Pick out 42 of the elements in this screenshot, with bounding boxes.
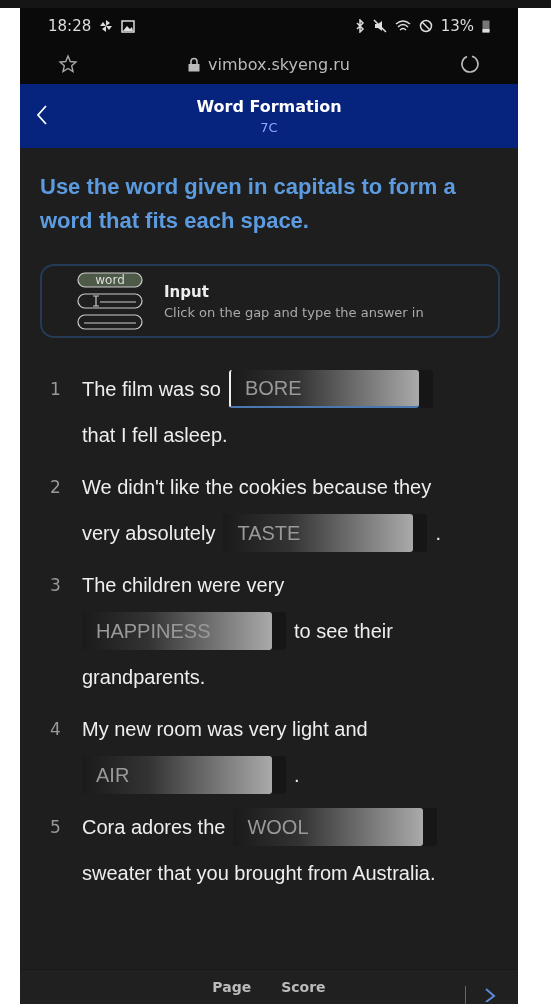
page-subtitle: 7C (260, 120, 278, 135)
answer-field[interactable]: AIR (82, 756, 272, 794)
sentence-text: that I fell asleep. (82, 423, 228, 448)
star-icon[interactable] (58, 54, 78, 74)
sentence-text: to see their (294, 619, 393, 644)
sentence-text: Cora adores the (82, 815, 226, 840)
question-number: 4 (50, 718, 62, 741)
reload-icon[interactable] (460, 54, 480, 74)
question-number: 2 (50, 476, 62, 499)
sentence-text: My new room was very light and (82, 717, 368, 742)
sentence-text: very absolutely (82, 521, 216, 546)
url-text[interactable]: vimbox.skyeng.ru (208, 54, 350, 74)
footer-tab[interactable]: Page (212, 979, 252, 995)
hint-text: Click on the gap and type the answer in (164, 304, 424, 320)
battery-icon (482, 19, 490, 33)
sentence-text: . (294, 763, 300, 788)
answer-field[interactable]: BORE (228, 370, 419, 408)
pinwheel-icon (99, 19, 114, 33)
clock: 18:28 (48, 17, 92, 35)
sentence-text: The children were very (82, 573, 285, 598)
bluetooth-icon (354, 19, 365, 33)
question-number: 5 (50, 816, 62, 839)
instruction-text: Use the word given in capitals to form a word that fits each space. (39, 173, 457, 235)
blocked-icon (418, 19, 433, 33)
sentence-text: . (435, 521, 441, 546)
question-number: 3 (50, 574, 62, 597)
page-title: Word Formation (196, 97, 342, 116)
hint-title: Input (164, 282, 210, 301)
next-chevron-icon[interactable] (484, 988, 496, 1002)
answer-field[interactable]: TASTE (223, 514, 414, 552)
question-number: 1 (50, 378, 62, 401)
sentence-text: grandparents. (82, 665, 206, 690)
mute-icon (372, 19, 387, 33)
sentence-text: We didn't like the cookies because they (82, 475, 432, 500)
sentence-text: sweater that you brought from Australia. (82, 861, 436, 886)
image-icon (121, 19, 136, 33)
sentence-text: The film was so (82, 377, 221, 402)
wifi-icon (394, 19, 411, 33)
footer-tab[interactable]: Score (281, 979, 326, 995)
battery-level: 13% (440, 17, 474, 35)
answer-field[interactable]: WOOL (233, 808, 424, 846)
lock-icon (188, 56, 200, 72)
